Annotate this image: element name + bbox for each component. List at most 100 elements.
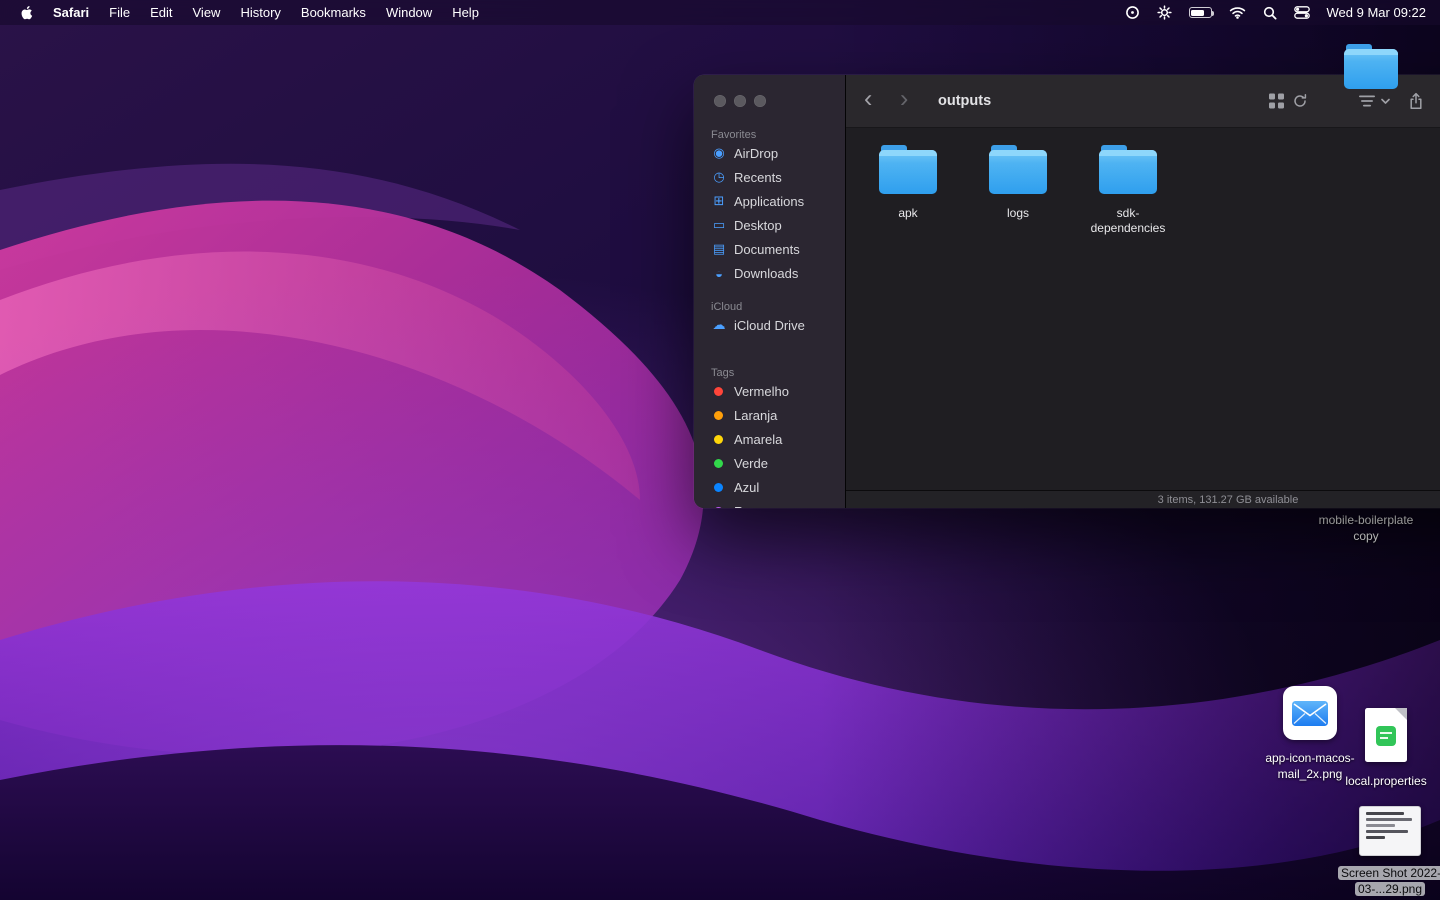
finder-window: Favorites ◉ AirDrop ◷ Recents ⊞ Applicat…: [694, 75, 1440, 508]
sync-refresh-icon[interactable]: [1293, 94, 1307, 108]
battery-icon[interactable]: [1189, 7, 1212, 18]
sidebar-item-label: Azul: [734, 480, 759, 495]
sidebar-item-downloads[interactable]: ◒ Downloads: [694, 261, 845, 285]
desktop-folder-icon[interactable]: [1344, 49, 1398, 89]
sidebar-section-favorites: Favorites: [694, 129, 845, 141]
sidebar-item-desktop[interactable]: ▭ Desktop: [694, 213, 845, 237]
sidebar-item-applications[interactable]: ⊞ Applications: [694, 189, 845, 213]
desktop-icon-screen-shot[interactable]: Screen Shot 2022-03-...29.png: [1338, 806, 1440, 897]
sidebar-tag-laranja[interactable]: Laranja: [694, 403, 845, 427]
zoom-window-button[interactable]: [754, 95, 766, 107]
menu-item-help[interactable]: Help: [442, 5, 489, 20]
orange-tag-icon: [714, 411, 723, 420]
ring-icon[interactable]: [1125, 5, 1140, 20]
sidebar-tag-vermelho[interactable]: Vermelho: [694, 379, 845, 403]
folder-name: apk: [867, 206, 949, 221]
window-title: outputs: [938, 93, 991, 109]
sidebar-item-airdrop[interactable]: ◉ AirDrop: [694, 141, 845, 165]
clock-icon: ◷: [711, 169, 727, 185]
sidebar-item-icloud-drive[interactable]: ☁ iCloud Drive: [694, 313, 845, 337]
properties-file-glyph: [1376, 726, 1396, 746]
yellow-tag-icon: [714, 435, 723, 444]
sidebar-item-documents[interactable]: ▤ Documents: [694, 237, 845, 261]
spotlight-search-icon[interactable]: [1263, 6, 1277, 20]
folder-item-apk[interactable]: apk: [856, 150, 960, 236]
menu-item-file[interactable]: File: [99, 5, 140, 20]
documents-icon: ▤: [711, 241, 727, 257]
sidebar-item-label: Laranja: [734, 408, 777, 423]
menu-item-history[interactable]: History: [230, 5, 290, 20]
sidebar-item-label: Recents: [734, 170, 782, 185]
screenshot-thumbnail: [1359, 806, 1421, 856]
sidebar-item-label: Vermelho: [734, 384, 789, 399]
menu-item-edit[interactable]: Edit: [140, 5, 182, 20]
status-text: 3 items, 131.27 GB available: [1158, 494, 1299, 506]
applications-grid-icon: ⊞: [711, 193, 727, 209]
folder-name: logs: [977, 206, 1059, 221]
menu-item-bookmarks[interactable]: Bookmarks: [291, 5, 376, 20]
status-bar: 3 items, 131.27 GB available: [846, 490, 1440, 508]
back-button[interactable]: ‹: [864, 87, 872, 112]
green-tag-icon: [714, 459, 723, 468]
apple-menu-icon[interactable]: [14, 5, 43, 21]
sidebar-item-label: Documents: [734, 242, 800, 257]
wifi-icon[interactable]: [1229, 6, 1246, 19]
folder-item-logs[interactable]: logs: [966, 150, 1070, 236]
finder-main: ‹ › outputs: [845, 75, 1440, 508]
menu-item-window[interactable]: Window: [376, 5, 442, 20]
folder-icon: [1344, 49, 1398, 89]
window-controls: [714, 95, 845, 107]
cloud-icon: ☁: [711, 317, 727, 333]
forward-button[interactable]: ›: [900, 87, 908, 112]
gear-icon[interactable]: [1157, 5, 1172, 20]
desktop-icon-label: Screen Shot 2022-03-...29.png: [1338, 866, 1440, 897]
sidebar-item-label: AirDrop: [734, 146, 778, 161]
finder-content-area[interactable]: apk logs sdk-dependencies: [846, 128, 1440, 490]
airdrop-icon: ◉: [711, 145, 727, 161]
desktop-icon-mobile-boilerplate-copy[interactable]: mobile-boilerplate copy: [1306, 513, 1426, 544]
sidebar-item-label: Desktop: [734, 218, 782, 233]
sidebar-item-label: Applications: [734, 194, 804, 209]
sidebar-item-label: Amarela: [734, 432, 782, 447]
menu-bar-clock[interactable]: Wed 9 Mar 09:22: [1327, 5, 1426, 20]
sidebar-section-tags: Tags: [694, 367, 845, 379]
blue-tag-icon: [714, 483, 723, 492]
folder-icon: [1099, 150, 1157, 194]
purple-tag-icon: [714, 507, 723, 509]
desktop-icon-local-properties[interactable]: local.properties: [1340, 708, 1432, 790]
menu-bar: Safari File Edit View History Bookmarks …: [0, 0, 1440, 25]
minimize-window-button[interactable]: [734, 95, 746, 107]
sidebar-item-label: Roxo: [734, 504, 764, 509]
menu-bar-status-area: Wed 9 Mar 09:22: [1125, 5, 1426, 20]
file-grid: apk logs sdk-dependencies: [856, 150, 1180, 236]
menu-item-view[interactable]: View: [183, 5, 231, 20]
desktop-monitor-icon: ▭: [711, 217, 727, 233]
document-icon: [1365, 708, 1407, 762]
downloads-icon: ◒: [711, 266, 727, 281]
sidebar-tag-verde[interactable]: Verde: [694, 451, 845, 475]
control-center-icon[interactable]: [1294, 6, 1310, 19]
folder-name: sdk-dependencies: [1087, 206, 1169, 236]
sidebar-tag-azul[interactable]: Azul: [694, 475, 845, 499]
sidebar-tag-amarela[interactable]: Amarela: [694, 427, 845, 451]
folder-icon: [989, 150, 1047, 194]
menu-bar-left: Safari File Edit View History Bookmarks …: [14, 5, 489, 21]
close-window-button[interactable]: [714, 95, 726, 107]
sidebar-section-icloud: iCloud: [694, 301, 845, 313]
sidebar-item-recents[interactable]: ◷ Recents: [694, 165, 845, 189]
group-by-dropdown-icon[interactable]: [1359, 95, 1390, 108]
folder-item-sdk-dependencies[interactable]: sdk-dependencies: [1076, 150, 1180, 236]
sidebar-tag-roxo[interactable]: Roxo: [694, 499, 845, 508]
red-tag-icon: [714, 387, 723, 396]
sidebar-item-label: Verde: [734, 456, 768, 471]
icon-view-grid-icon[interactable]: [1269, 94, 1284, 109]
share-icon[interactable]: [1408, 93, 1424, 110]
folder-icon: [879, 150, 937, 194]
finder-sidebar: Favorites ◉ AirDrop ◷ Recents ⊞ Applicat…: [694, 75, 845, 508]
sidebar-item-label: iCloud Drive: [734, 318, 805, 333]
menu-app-name[interactable]: Safari: [43, 5, 99, 20]
desktop-icon-label: local.properties: [1340, 774, 1432, 790]
sidebar-item-label: Downloads: [734, 266, 798, 281]
mail-image-thumbnail: [1283, 686, 1337, 740]
desktop-icon-label: mobile-boilerplate copy: [1306, 513, 1426, 544]
